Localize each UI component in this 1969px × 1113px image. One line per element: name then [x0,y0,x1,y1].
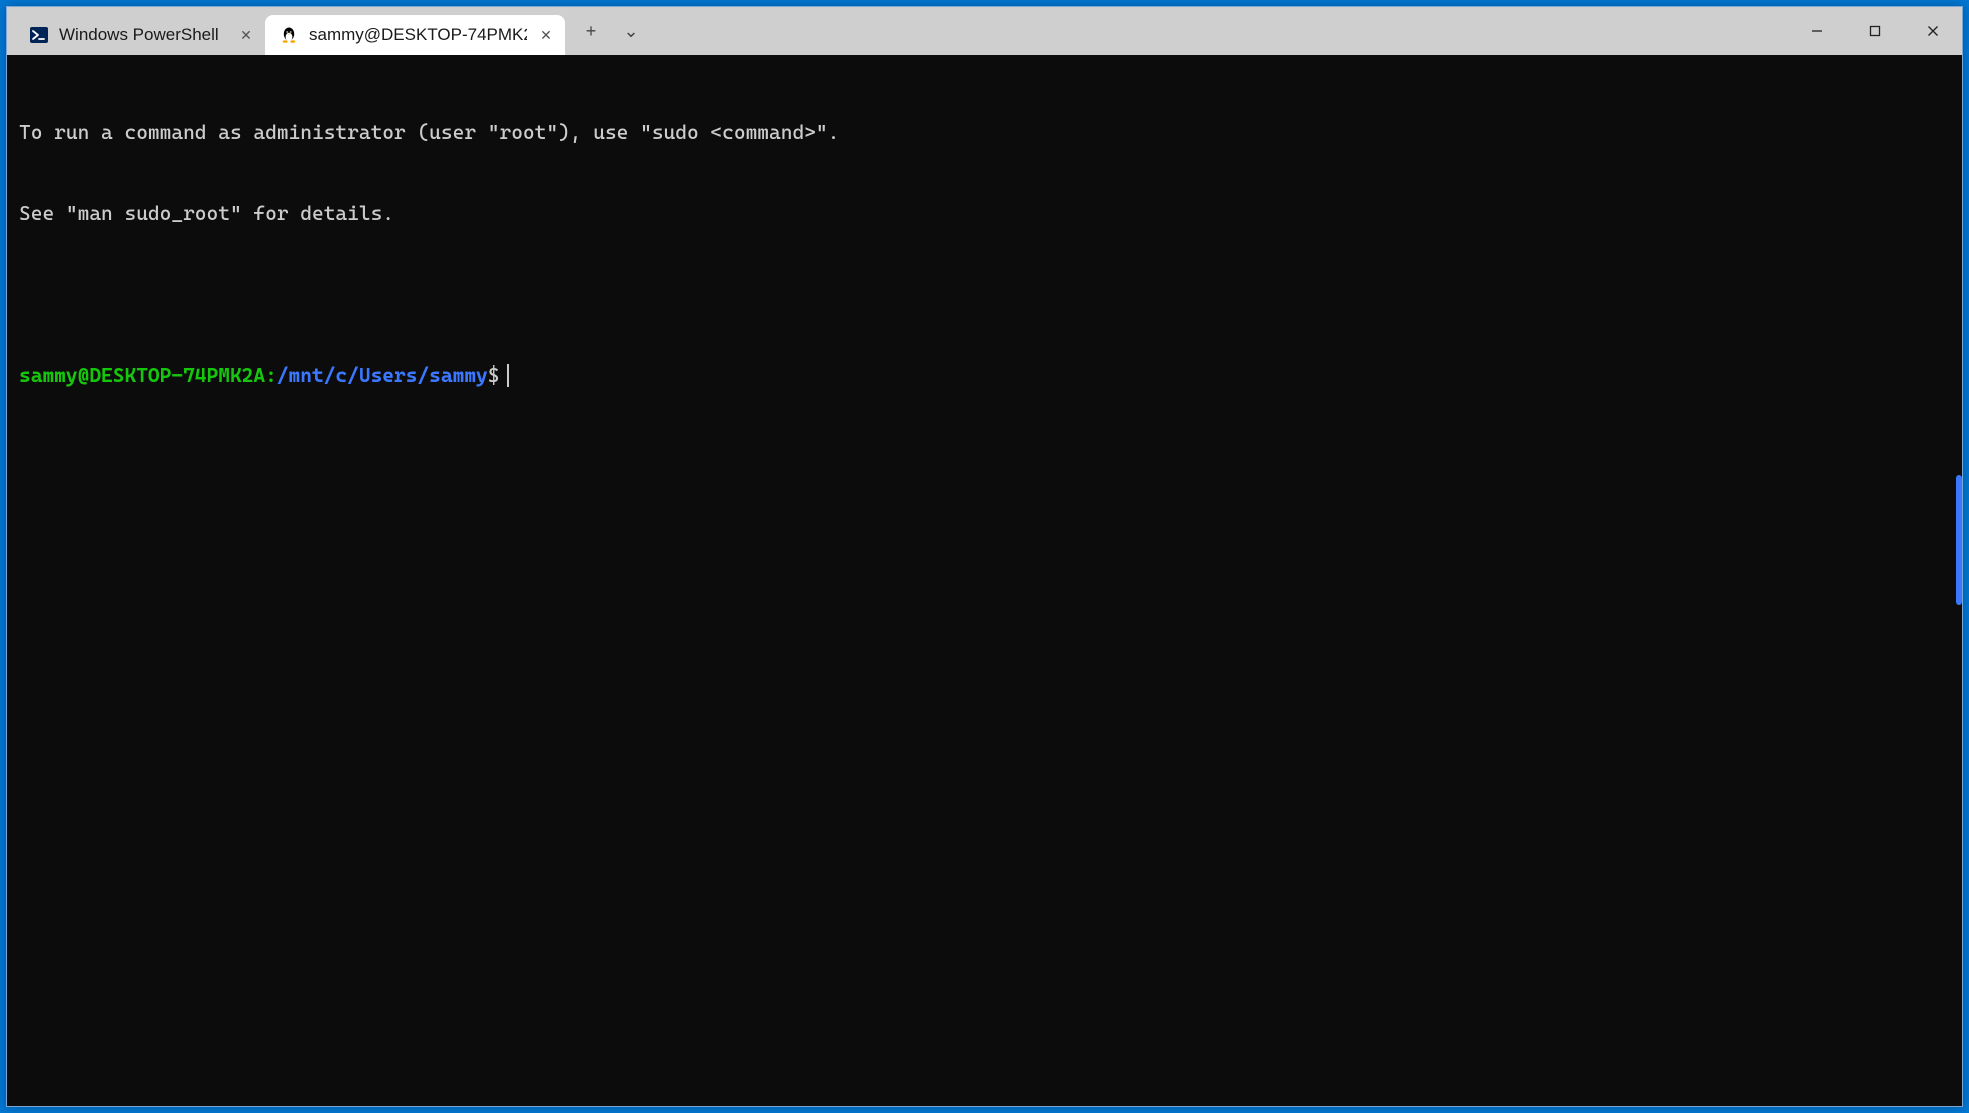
tab-label: sammy@DESKTOP-74PMK2A: / [309,25,527,45]
tab-dropdown-button[interactable]: ⌄ [613,13,649,49]
motd-line: See "man sudo_root" for details. [19,200,1950,227]
titlebar-drag-region[interactable] [649,7,1788,55]
new-tab-button[interactable]: + [573,13,609,49]
prompt-path: /mnt/c/Users/sammy [277,363,488,387]
powershell-icon [29,25,49,45]
maximize-button[interactable] [1846,7,1904,55]
terminal-cursor [507,364,509,387]
new-tab-area: + ⌄ [565,7,649,55]
prompt-line: sammy@DESKTOP-74PMK2A:/mnt/c/Users/sammy… [19,362,1950,389]
tab-label: Windows PowerShell [59,25,227,45]
tab-powershell[interactable]: Windows PowerShell ✕ [15,15,265,55]
prompt-symbol: $ [488,363,500,387]
minimize-icon [1811,25,1823,37]
titlebar[interactable]: Windows PowerShell ✕ [7,7,1962,55]
chevron-down-icon: ⌄ [623,21,638,42]
close-icon: ✕ [540,27,552,44]
terminal-window: Windows PowerShell ✕ [6,6,1963,1107]
close-window-button[interactable] [1904,7,1962,55]
window-controls [1788,7,1962,55]
prompt-user-host: sammy@DESKTOP-74PMK2A [19,363,265,387]
tab-close-button[interactable]: ✕ [237,26,255,44]
maximize-icon [1869,25,1881,37]
tab-strip: Windows PowerShell ✕ [7,7,565,55]
terminal-pane[interactable]: To run a command as administrator (user … [7,55,1962,1106]
tab-close-button[interactable]: ✕ [537,26,555,44]
blank-line [19,281,1950,308]
plus-icon: + [586,21,597,42]
close-icon: ✕ [240,27,252,44]
prompt-separator: : [265,363,277,387]
tab-wsl[interactable]: sammy@DESKTOP-74PMK2A: / ✕ [265,15,565,55]
minimize-button[interactable] [1788,7,1846,55]
scrollbar-thumb[interactable] [1956,475,1962,605]
tux-icon [279,25,299,45]
motd-line: To run a command as administrator (user … [19,119,1950,146]
close-icon [1927,25,1939,37]
